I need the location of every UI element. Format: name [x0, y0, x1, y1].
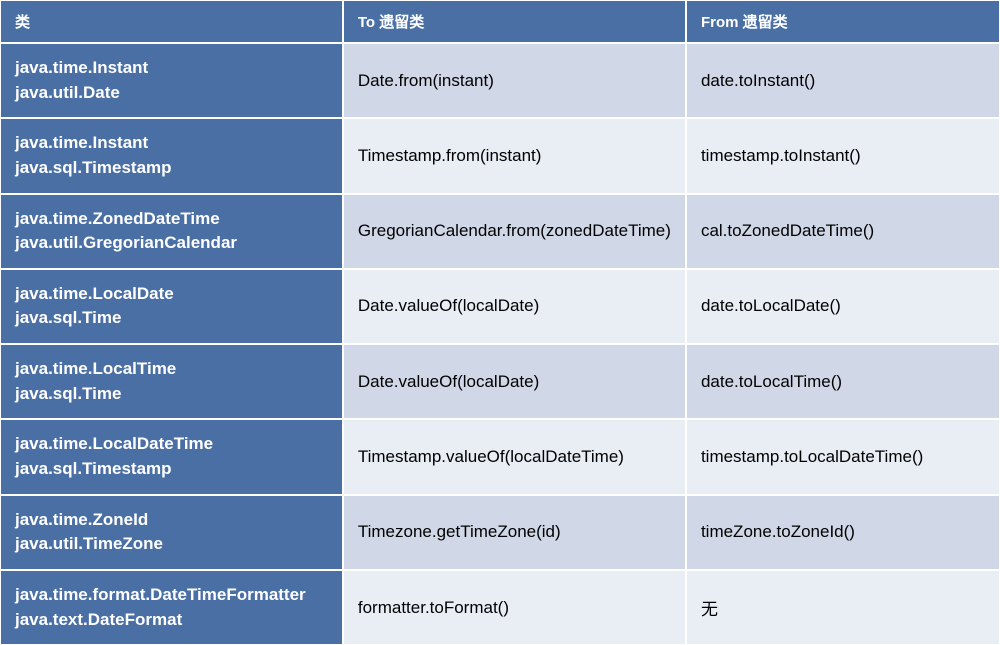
conversion-table-container: 类 To 遗留类 From 遗留类 java.time.Instant java…	[0, 0, 1000, 645]
class-line-2: java.sql.Time	[15, 306, 328, 331]
table-row: java.time.Instant java.sql.Timestamp Tim…	[0, 118, 1000, 193]
cell-class: java.time.Instant java.sql.Timestamp	[0, 118, 343, 193]
cell-class: java.time.LocalDate java.sql.Time	[0, 269, 343, 344]
class-line-2: java.sql.Timestamp	[15, 156, 328, 181]
cell-to: Timestamp.valueOf(localDateTime)	[343, 419, 686, 494]
table-header-row: 类 To 遗留类 From 遗留类	[0, 0, 1000, 43]
class-line-2: java.util.GregorianCalendar	[15, 231, 328, 256]
table-row: java.time.format.DateTimeFormatter java.…	[0, 570, 1000, 645]
class-line-2: java.util.Date	[15, 81, 328, 106]
class-line-1: java.time.LocalDate	[15, 282, 328, 307]
cell-to: Date.valueOf(localDate)	[343, 269, 686, 344]
cell-to: Date.valueOf(localDate)	[343, 344, 686, 419]
header-from-legacy: From 遗留类	[686, 0, 1000, 43]
class-line-1: java.time.Instant	[15, 56, 328, 81]
table-row: java.time.ZonedDateTime java.util.Gregor…	[0, 194, 1000, 269]
class-line-1: java.time.LocalDateTime	[15, 432, 328, 457]
cell-class: java.time.ZonedDateTime java.util.Gregor…	[0, 194, 343, 269]
cell-from: timestamp.toLocalDateTime()	[686, 419, 1000, 494]
cell-from: date.toLocalTime()	[686, 344, 1000, 419]
cell-to: Date.from(instant)	[343, 43, 686, 118]
cell-from: date.toLocalDate()	[686, 269, 1000, 344]
cell-from: timeZone.toZoneId()	[686, 495, 1000, 570]
class-line-2: java.sql.Timestamp	[15, 457, 328, 482]
cell-from: date.toInstant()	[686, 43, 1000, 118]
header-class: 类	[0, 0, 343, 43]
cell-to: Timestamp.from(instant)	[343, 118, 686, 193]
cell-class: java.time.LocalDateTime java.sql.Timesta…	[0, 419, 343, 494]
cell-class: java.time.Instant java.util.Date	[0, 43, 343, 118]
class-line-1: java.time.ZonedDateTime	[15, 207, 328, 232]
cell-from: timestamp.toInstant()	[686, 118, 1000, 193]
cell-from: cal.toZonedDateTime()	[686, 194, 1000, 269]
class-line-1: java.time.format.DateTimeFormatter	[15, 583, 328, 608]
header-to-legacy: To 遗留类	[343, 0, 686, 43]
class-line-2: java.util.TimeZone	[15, 532, 328, 557]
cell-to: GregorianCalendar.from(zonedDateTime)	[343, 194, 686, 269]
class-line-1: java.time.Instant	[15, 131, 328, 156]
cell-class: java.time.ZoneId java.util.TimeZone	[0, 495, 343, 570]
cell-to: Timezone.getTimeZone(id)	[343, 495, 686, 570]
cell-class: java.time.format.DateTimeFormatter java.…	[0, 570, 343, 645]
table-row: java.time.LocalDateTime java.sql.Timesta…	[0, 419, 1000, 494]
cell-to: formatter.toFormat()	[343, 570, 686, 645]
class-line-1: java.time.ZoneId	[15, 508, 328, 533]
class-line-2: java.text.DateFormat	[15, 608, 328, 633]
cell-class: java.time.LocalTime java.sql.Time	[0, 344, 343, 419]
table-row: java.time.LocalTime java.sql.Time Date.v…	[0, 344, 1000, 419]
conversion-table: 类 To 遗留类 From 遗留类 java.time.Instant java…	[0, 0, 1000, 645]
cell-from: 无	[686, 570, 1000, 645]
table-row: java.time.LocalDate java.sql.Time Date.v…	[0, 269, 1000, 344]
table-row: java.time.Instant java.util.Date Date.fr…	[0, 43, 1000, 118]
class-line-1: java.time.LocalTime	[15, 357, 328, 382]
class-line-2: java.sql.Time	[15, 382, 328, 407]
table-row: java.time.ZoneId java.util.TimeZone Time…	[0, 495, 1000, 570]
table-body: java.time.Instant java.util.Date Date.fr…	[0, 43, 1000, 645]
